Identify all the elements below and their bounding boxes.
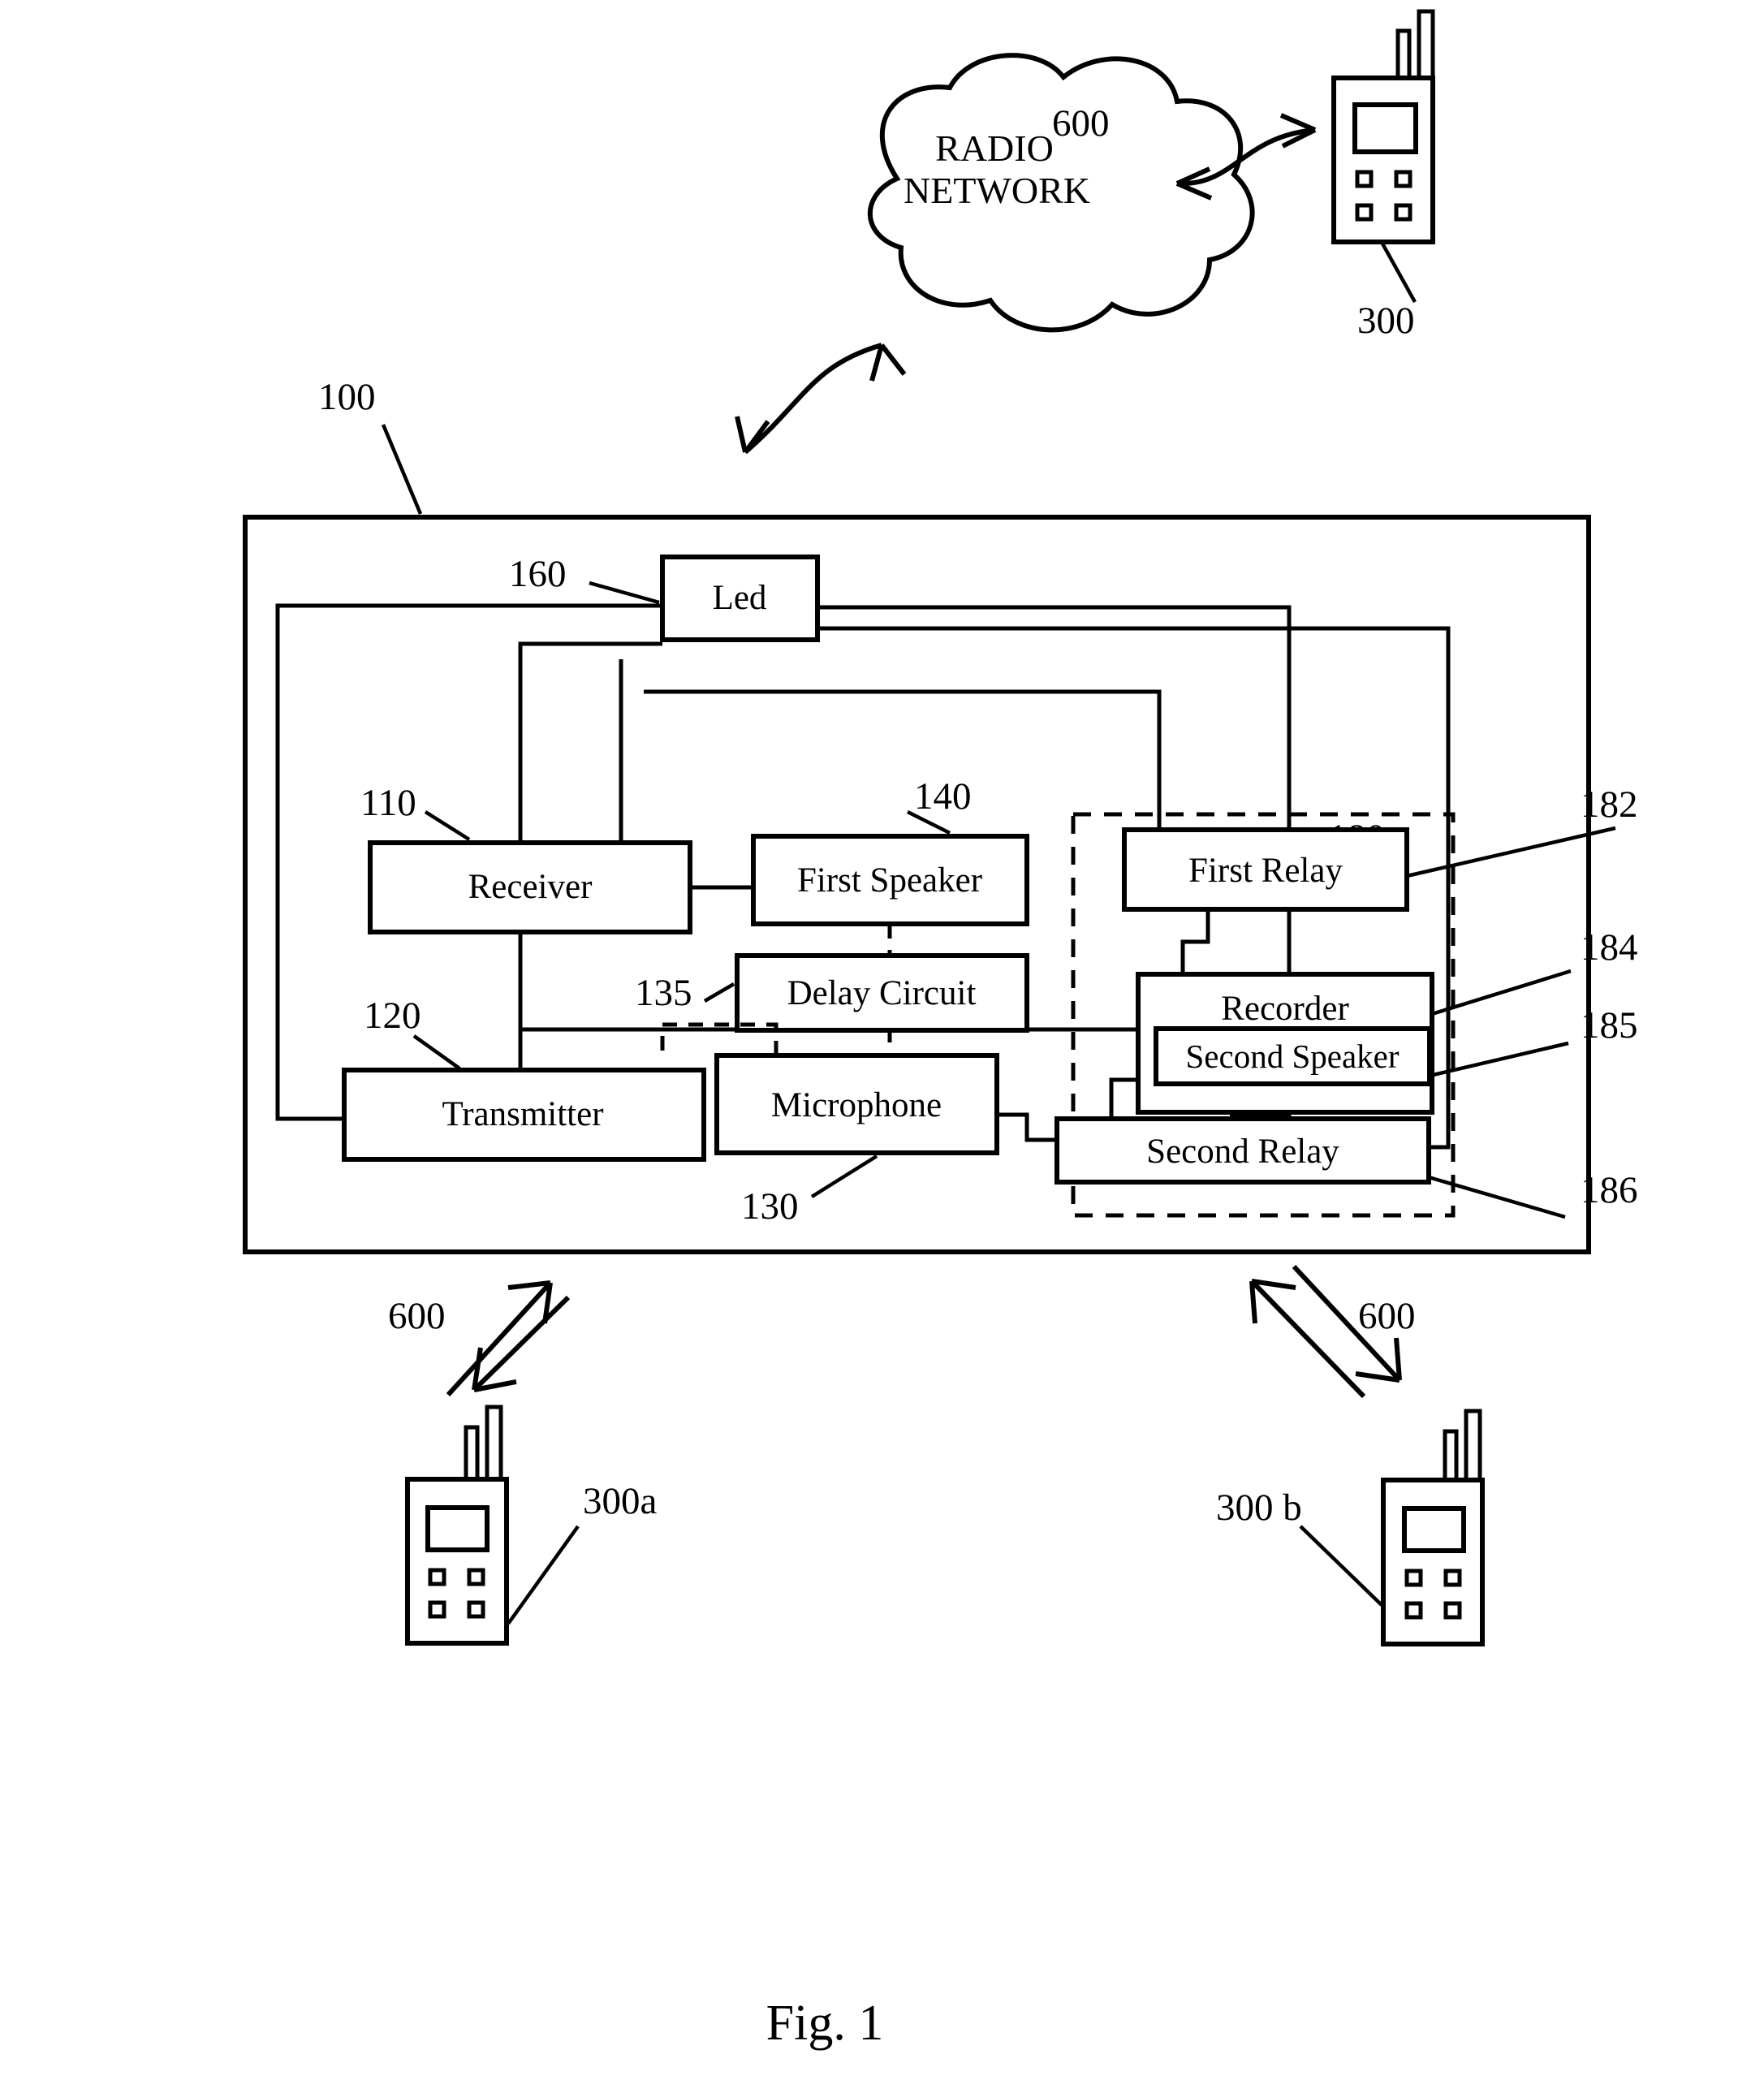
block-delay-circuit: Delay Circuit [735,953,1029,1033]
block-label-first-relay: First Relay [1188,852,1343,890]
ref-182: 182 [1581,783,1638,826]
link-right-600: 600 [1249,1264,1416,1399]
ref-300a: 300a [583,1480,658,1522]
block-transmitter: Transmitter [342,1068,706,1162]
unit-ref-callout: 100 [318,376,423,515]
figure-canvas: RADIO NETWORK 600 300 100 Led 160 Receiv… [243,9,1638,2051]
ref-600-left: 600 [388,1295,446,1337]
block-label-transmitter: Transmitter [442,1095,603,1133]
block-first-speaker: First Speaker [751,834,1029,926]
ref-300b: 300 b [1216,1487,1302,1529]
radio-device-300a: 300a [405,1405,658,1646]
ref-130: 130 [741,1185,799,1228]
ref-135: 135 [635,972,692,1014]
block-label-second-speaker: Second Speaker [1186,1038,1400,1075]
block-label-delay-circuit: Delay Circuit [787,974,977,1012]
unit-to-cloud-link [735,343,907,455]
block-label-receiver: Receiver [468,868,593,906]
block-label-microphone: Microphone [771,1086,942,1124]
patent-figure-page: RADIO NETWORK 600 300 100 Led 160 Receiv… [0,0,1764,2093]
block-microphone: Microphone [714,1053,999,1155]
ref-110: 110 [360,782,416,824]
ref-300: 300 [1357,300,1415,342]
block-first-relay: First Relay [1122,827,1409,912]
ref-160: 160 [509,553,567,595]
block-led: Led [660,555,820,642]
block-label-recorder: Recorder [1221,990,1349,1028]
cloud-label-line2: NETWORK [904,170,1090,211]
radio-device-300: 300 [1331,9,1435,342]
figure-caption: Fig. 1 [766,1996,884,2051]
block-receiver: Receiver [368,840,692,934]
radio-device-300b: 300 b [1216,1409,1485,1646]
block-second-relay: Second Relay [1055,1116,1431,1185]
ref-100: 100 [318,376,376,418]
ref-140: 140 [914,775,972,818]
block-label-first-speaker: First Speaker [797,861,982,900]
ref-184: 184 [1581,926,1638,969]
ref-185: 185 [1581,1004,1638,1046]
ref-120: 120 [364,995,421,1037]
link-left-600: 600 [388,1280,571,1397]
cloud-label-line1: RADIO [935,127,1054,169]
ref-600-cloud: 600 [1052,102,1110,145]
ref-600-right: 600 [1358,1295,1416,1337]
block-second-speaker: Second Speaker [1154,1026,1432,1086]
block-label-second-relay: Second Relay [1146,1133,1339,1171]
ref-186: 186 [1581,1169,1638,1211]
block-label-led: Led [713,579,767,617]
